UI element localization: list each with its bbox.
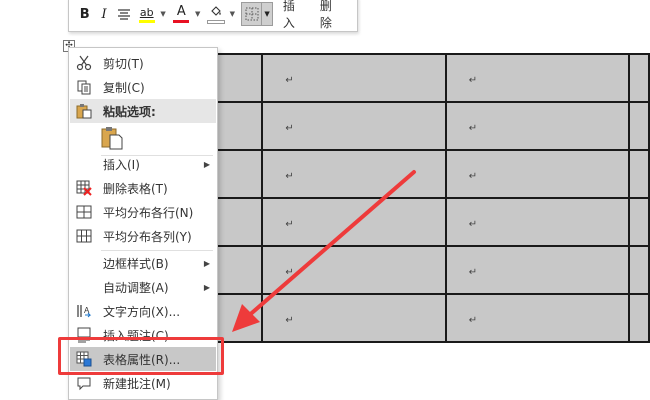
annotation-arrow: [232, 170, 416, 332]
